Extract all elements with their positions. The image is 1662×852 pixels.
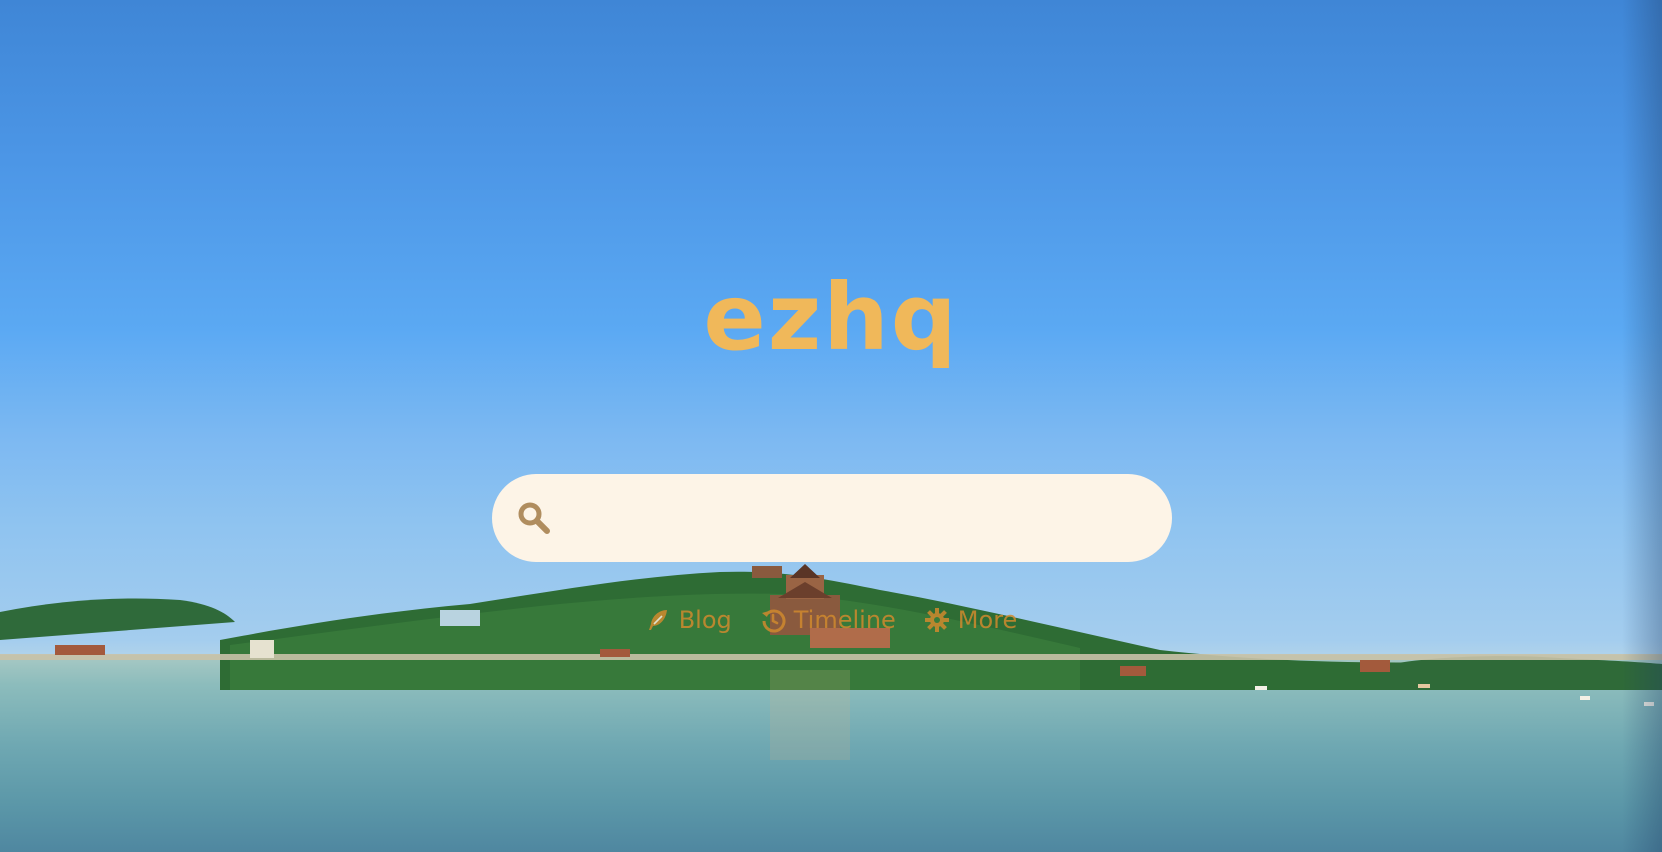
nav-link-label: Blog [678,606,732,634]
history-icon [761,609,786,633]
gear-icon [924,608,949,632]
background-landscape [0,564,1662,760]
home-page: ezhq Blog Timeline More [0,0,1662,852]
main-nav: Blog Timeline More [0,602,1662,638]
nav-link-label: Timeline [793,606,896,634]
nav-link-blog[interactable]: Blog [645,606,732,634]
feather-icon [648,610,667,630]
nav-link-more[interactable]: More [924,606,1018,634]
nav-link-timeline[interactable]: Timeline [760,606,896,634]
right-edge-shadow [1622,0,1662,852]
search-bar[interactable] [492,474,1172,562]
search-input[interactable] [570,492,1144,546]
nav-link-label: More [957,606,1018,634]
search-icon[interactable] [516,500,552,536]
site-title: ezhq [703,264,959,371]
